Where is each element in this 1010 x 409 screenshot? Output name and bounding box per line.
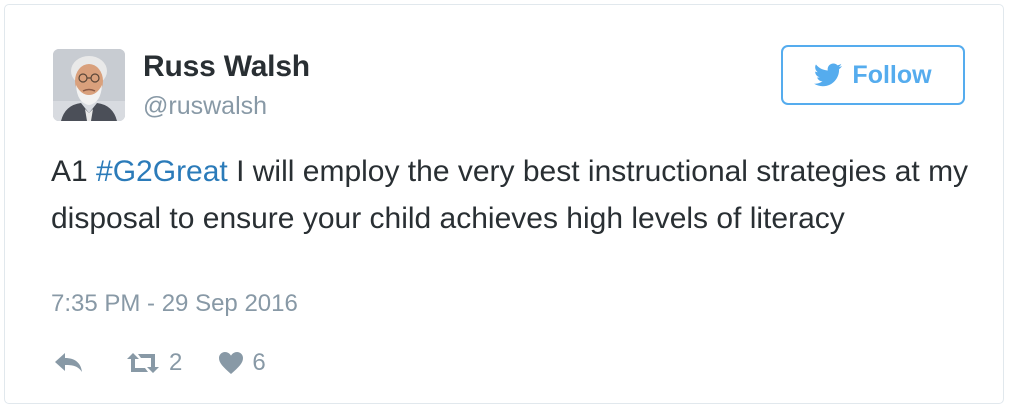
reply-icon (55, 353, 82, 372)
heart-icon (219, 352, 244, 374)
retweet-count: 2 (169, 349, 183, 376)
avatar[interactable] (53, 49, 125, 121)
retweet-button[interactable]: 2 (125, 349, 182, 377)
hashtag-link[interactable]: #G2Great (96, 155, 228, 188)
author-handle[interactable]: @ruswalsh (143, 92, 267, 121)
tweet-prefix: A1 (51, 155, 97, 188)
follow-button[interactable]: Follow (781, 45, 965, 105)
tweet-card: Russ Walsh @ruswalsh Follow A1 #G2Great … (4, 4, 1004, 404)
avatar-portrait-image (53, 49, 125, 121)
tweet-text: A1 #G2Great I will employ the very best … (51, 148, 971, 242)
like-count: 6 (252, 349, 266, 376)
tweet-timestamp[interactable]: 7:35 PM - 29 Sep 2016 (51, 290, 298, 318)
follow-button-label: Follow (852, 60, 932, 89)
twitter-bird-icon (814, 63, 843, 87)
reply-button[interactable] (53, 350, 85, 376)
tweet-actions: 2 6 (53, 345, 266, 381)
like-button[interactable]: 6 (218, 349, 266, 377)
retweet-icon (127, 353, 159, 373)
author-name[interactable]: Russ Walsh (143, 50, 310, 84)
